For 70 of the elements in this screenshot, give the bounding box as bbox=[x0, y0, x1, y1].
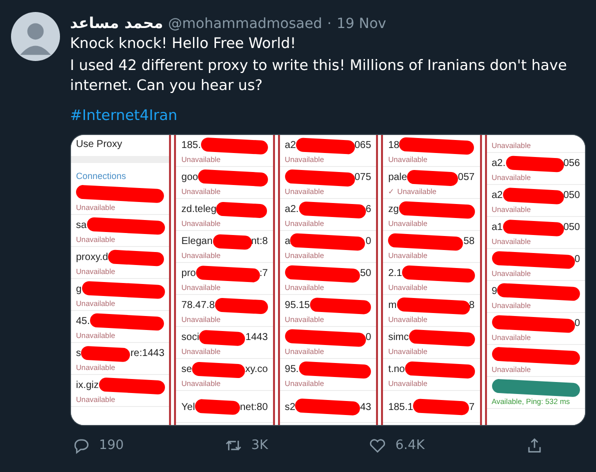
proxy-address: sa bbox=[76, 220, 87, 231]
proxy-address: s2 bbox=[284, 402, 296, 412]
proxy-address: 185.1 bbox=[388, 402, 414, 412]
proxy-address: ix.giz bbox=[76, 380, 99, 391]
proxy-address: 185. bbox=[181, 140, 201, 151]
hashtag-link[interactable]: #Internet4Iran bbox=[70, 108, 178, 124]
proxy-address: 45. bbox=[76, 316, 90, 327]
proxy-address: 6 bbox=[366, 204, 372, 215]
proxy-address: Elegan bbox=[181, 236, 213, 247]
proxy-address: zd.teleg bbox=[181, 204, 216, 215]
proxy-address: Yel bbox=[181, 402, 195, 412]
reply-button[interactable]: 190 bbox=[70, 434, 126, 457]
proxy-address: 43 bbox=[360, 402, 372, 412]
proxy-address: re:1443 bbox=[130, 348, 164, 359]
proxy-address: goo bbox=[181, 172, 198, 183]
proxy-address: 2.1 bbox=[388, 268, 402, 279]
proxy-address: nt:8 bbox=[251, 236, 268, 247]
setting-label: Use Proxy bbox=[75, 138, 124, 152]
heart-icon bbox=[368, 436, 388, 455]
proxy-address: 0 bbox=[574, 318, 580, 329]
proxy-address: m bbox=[388, 300, 397, 311]
proxy-address: :7 bbox=[259, 268, 268, 279]
proxy-address: 065 bbox=[354, 140, 372, 151]
proxy-address: a1 bbox=[492, 222, 503, 233]
proxy-address: t.no bbox=[388, 364, 405, 375]
proxy-address: xy.co bbox=[245, 364, 268, 375]
proxy-address: net:80 bbox=[240, 402, 268, 412]
proxy-address: 8 bbox=[469, 300, 475, 311]
section-heading: Connections bbox=[75, 170, 128, 183]
proxy-address: 58 bbox=[463, 236, 475, 247]
proxy-address: 9 bbox=[492, 286, 498, 297]
proxy-address: 075 bbox=[354, 172, 372, 183]
proxy-address: soci bbox=[181, 332, 200, 343]
separator: · bbox=[327, 16, 332, 32]
avatar[interactable] bbox=[11, 12, 60, 61]
author-name[interactable]: محمد مساعد bbox=[70, 14, 164, 32]
proxy-address: zg bbox=[388, 204, 399, 215]
proxy-address: se bbox=[181, 364, 192, 375]
tweet-text: Knock knock! Hello Free World! bbox=[70, 35, 297, 54]
proxy-address: 7 bbox=[469, 402, 475, 412]
retweet-button[interactable]: 3K bbox=[222, 434, 270, 457]
proxy-address: 050 bbox=[563, 222, 580, 233]
proxy-address: pro bbox=[181, 268, 196, 279]
tweet-date[interactable]: 19 Nov bbox=[336, 16, 386, 32]
proxy-address: 78.47.8 bbox=[181, 300, 215, 311]
proxy-address: pale bbox=[388, 172, 408, 183]
proxy-address: 1443 bbox=[246, 332, 268, 343]
proxy-address: 0 bbox=[574, 254, 580, 265]
proxy-address: a2 bbox=[492, 190, 503, 201]
proxy-address: 18 bbox=[388, 140, 400, 151]
proxy-address: 95. bbox=[284, 364, 299, 375]
proxy-address: simc bbox=[388, 332, 409, 343]
proxy-address: s bbox=[76, 348, 81, 359]
proxy-address: g bbox=[76, 284, 82, 295]
proxy-address: 050 bbox=[563, 190, 580, 201]
proxy-address: a bbox=[284, 236, 290, 247]
proxy-address: 057 bbox=[458, 172, 475, 183]
proxy-address: a2. bbox=[492, 158, 506, 169]
proxy-address: 0 bbox=[366, 236, 372, 247]
proxy-address: a2. bbox=[284, 204, 299, 215]
proxy-address: proxy.d bbox=[76, 252, 108, 263]
like-button[interactable]: 6.4K bbox=[366, 434, 427, 457]
proxy-address: 50 bbox=[360, 268, 372, 279]
author-handle[interactable]: @mohammadmosaed bbox=[168, 16, 322, 32]
tweet-text: I used 42 different proxy to write this! Millions of Iranians don't have internet. Can you hear us? bbox=[70, 57, 568, 96]
proxy-address: a2 bbox=[284, 140, 296, 151]
proxy-address: 95.15 bbox=[284, 300, 310, 311]
proxy-address: 0 bbox=[366, 332, 372, 343]
proxy-address: 056 bbox=[563, 158, 580, 169]
attached-screenshot[interactable] bbox=[70, 134, 586, 426]
